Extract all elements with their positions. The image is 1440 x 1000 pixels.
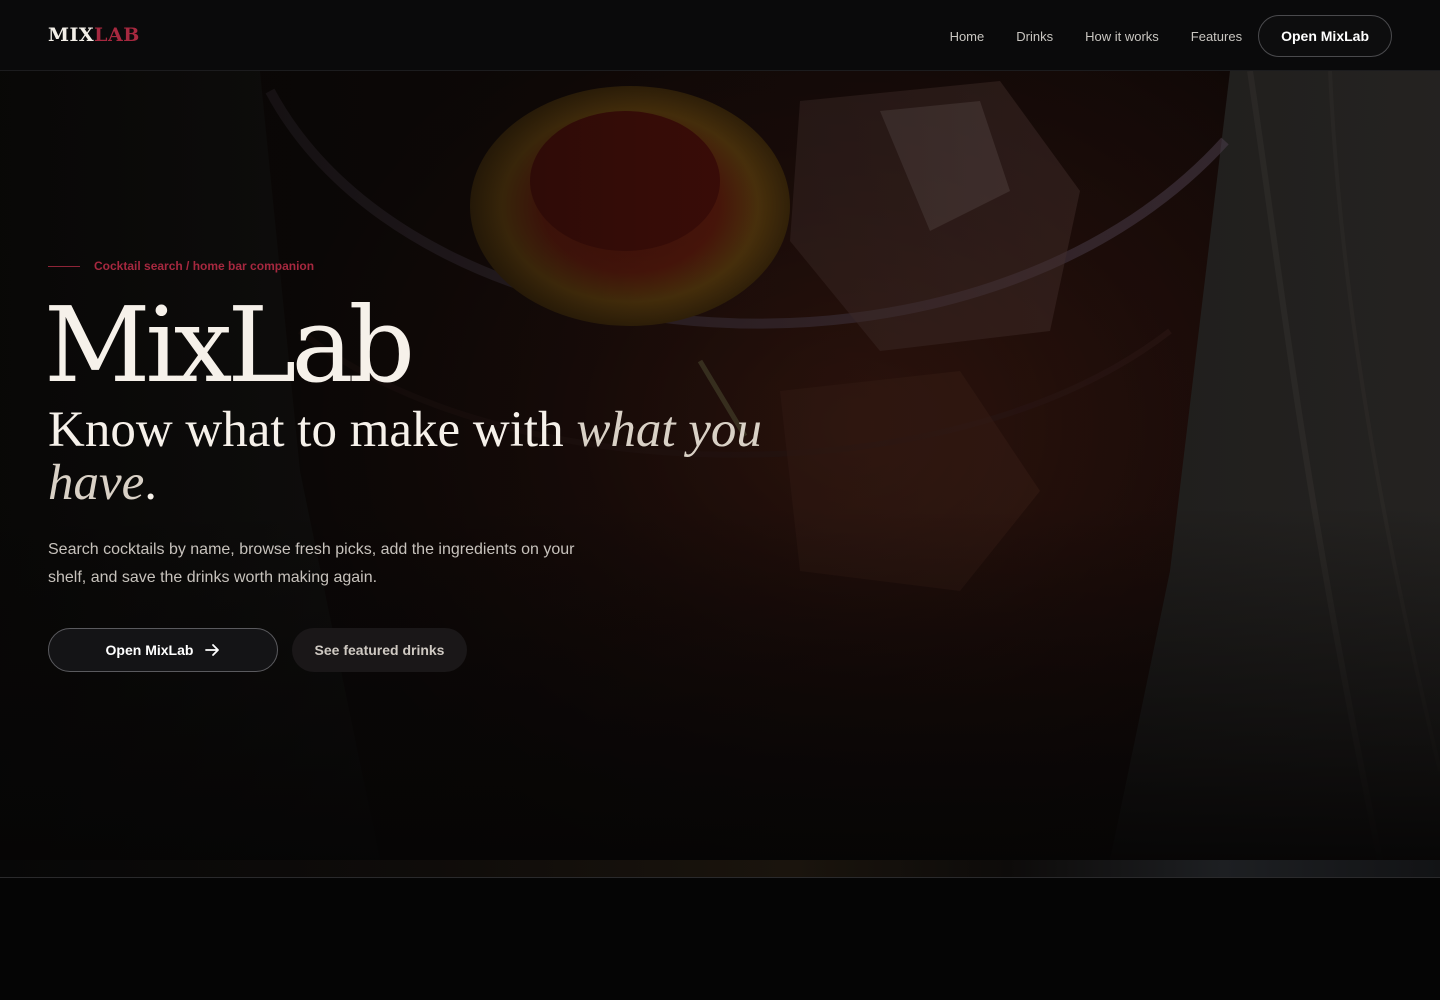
hero-eyebrow: Cocktail search / home bar companion <box>48 259 314 273</box>
main-nav: Home Drinks How it works Features Open M… <box>950 14 1392 58</box>
logo-lab: LAB <box>94 24 140 46</box>
nav-how-it-works[interactable]: How it works <box>1085 29 1159 44</box>
eyebrow-text: Cocktail search / home bar companion <box>94 259 315 273</box>
hero-subtitle: Know what to make with what you have. <box>48 404 768 510</box>
see-featured-drinks-button[interactable]: See featured drinks <box>292 628 467 672</box>
open-mixlab-nav-button[interactable]: Open MixLab <box>1258 15 1392 57</box>
open-mixlab-button[interactable]: Open MixLab <box>48 628 278 672</box>
subtitle-period: . <box>144 455 158 511</box>
arrow-right-icon <box>205 643 220 657</box>
nav-features[interactable]: Features <box>1191 29 1242 44</box>
eyebrow-divider <box>48 265 80 267</box>
logo-mix: MIX <box>48 24 95 46</box>
hero-bottom-strip <box>0 860 1440 878</box>
hero-description: Search cocktails by name, browse fresh p… <box>48 541 575 586</box>
logo[interactable]: MIXLAB <box>48 24 140 46</box>
open-mixlab-label: Open MixLab <box>105 642 194 658</box>
site-header: MIXLAB Home Drinks How it works Features… <box>0 0 1440 71</box>
hero-title: MixLab <box>44 284 415 406</box>
nav-home[interactable]: Home <box>950 29 985 44</box>
subtitle-plain: Know what to make with <box>48 402 577 458</box>
nav-drinks[interactable]: Drinks <box>1016 29 1053 44</box>
